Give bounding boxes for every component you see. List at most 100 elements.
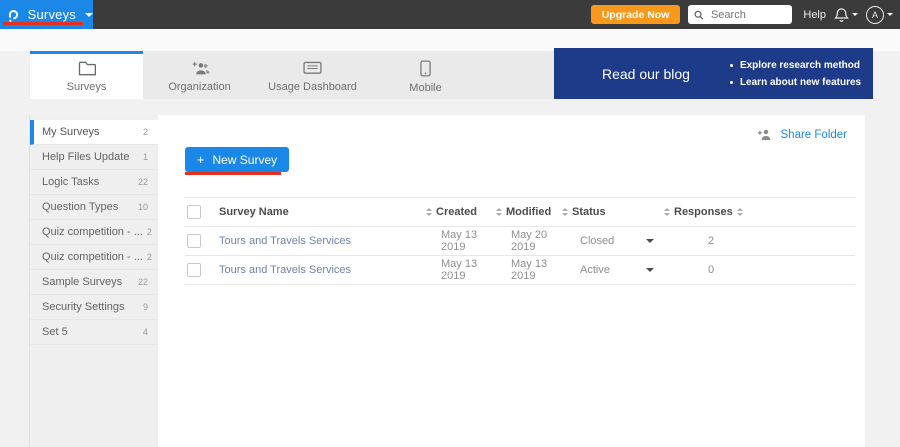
row-checkbox[interactable] (187, 234, 201, 248)
sidebar-folder-item[interactable]: Set 5 4 (30, 320, 158, 345)
topbar: Surveys Upgrade Now Help A (0, 0, 900, 29)
product-label: Surveys (28, 7, 76, 22)
sidebar-folder-item[interactable]: Security Settings 9 (30, 295, 158, 320)
sidebar-folder-item[interactable]: Logic Tasks 22 (30, 170, 158, 195)
share-folder-link[interactable]: Share Folder (757, 128, 847, 141)
share-person-add-icon (757, 128, 772, 141)
folder-count-badge: 1 (139, 152, 148, 162)
sort-icon[interactable] (426, 208, 432, 216)
blog-banner[interactable]: Read our blog Explore research method Le… (554, 48, 873, 99)
folder-count-badge: 10 (134, 202, 148, 212)
people-add-icon (190, 61, 210, 76)
column-responses: Responses (664, 206, 720, 218)
folder-count-badge: 9 (139, 302, 148, 312)
avatar: A (866, 6, 884, 24)
folder-label: Quiz competition - ... (42, 251, 143, 263)
surveys-table: Survey Name Created Modified Status Resp… (185, 197, 855, 285)
surveys-panel: Share Folder + New Survey Survey Name Cr… (158, 115, 865, 447)
folder-label: Question Types (42, 201, 118, 213)
column-label: Responses (674, 206, 733, 218)
app-switcher[interactable]: Surveys (0, 0, 93, 29)
blog-bullet-text: Learn about new features (740, 77, 861, 88)
survey-name-link[interactable]: Tours and Travels Services (219, 235, 426, 247)
upgrade-now-button[interactable]: Upgrade Now (591, 5, 681, 24)
annotation-underline-logo (3, 22, 83, 25)
new-survey-label: New Survey (212, 153, 277, 167)
bell-icon (834, 7, 849, 23)
table-row: Tours and Travels Services May 13 2019 M… (185, 227, 855, 256)
tab-label: Organization (168, 81, 230, 93)
created-date: May 13 2019 (426, 258, 496, 282)
folder-label: Quiz competition - ... (42, 226, 143, 238)
search-icon (694, 9, 704, 21)
folder-count-badge: 2 (139, 127, 148, 137)
chevron-down-icon (852, 13, 858, 16)
tab-usage-dashboard[interactable]: Usage Dashboard (256, 51, 369, 99)
responses-count: 0 (664, 264, 720, 276)
folder-label: My Surveys (42, 126, 99, 138)
sidebar-folder-item[interactable]: Sample Surveys 22 (30, 270, 158, 295)
status-dropdown-icon[interactable] (646, 268, 654, 272)
tab-organization[interactable]: Organization (143, 51, 256, 99)
modified-date: May 20 2019 (496, 229, 562, 253)
tab-surveys[interactable]: Surveys (30, 51, 143, 99)
plus-icon: + (197, 152, 205, 167)
annotation-underline-new-survey (185, 172, 281, 175)
folder-label: Help Files Update (42, 151, 129, 163)
share-folder-label: Share Folder (781, 129, 847, 141)
folder-count-badge: 2 (143, 252, 152, 262)
folder-label: Logic Tasks (42, 176, 99, 188)
folder-label: Security Settings (42, 301, 125, 313)
tab-mobile[interactable]: Mobile (369, 51, 482, 99)
sort-icon[interactable] (562, 208, 568, 216)
help-link[interactable]: Help (803, 9, 826, 21)
status-dropdown-icon[interactable] (646, 239, 654, 243)
status-value: Closed (580, 235, 614, 247)
responses-count: 2 (664, 235, 720, 247)
account-menu[interactable]: A (866, 6, 893, 24)
table-row: Tours and Travels Services May 13 2019 M… (185, 256, 855, 285)
folder-count-badge: 2 (143, 227, 152, 237)
blog-bullet: Explore research method (730, 60, 861, 71)
blog-bullet: Learn about new features (730, 77, 861, 88)
folder-count-badge: 22 (134, 277, 148, 287)
folder-label: Set 5 (42, 326, 68, 338)
survey-name-link[interactable]: Tours and Travels Services (219, 264, 426, 276)
select-all-checkbox[interactable] (187, 205, 201, 219)
blog-banner-title: Read our blog (602, 66, 690, 82)
new-survey-button[interactable]: + New Survey (185, 147, 289, 172)
sidebar-folder-item[interactable]: Help Files Update 1 (30, 145, 158, 170)
sort-icon[interactable] (737, 208, 743, 216)
folders-sidebar: My Surveys 2 Help Files Update 1 Logic T… (29, 115, 158, 447)
status-cell: Closed (562, 235, 664, 247)
column-modified: Modified (496, 206, 562, 218)
sidebar-folder-item[interactable]: Quiz competition - ... 2 (30, 245, 158, 270)
module-tabs: Surveys Organization Usage Dashboard Mob… (30, 51, 554, 99)
tab-label: Usage Dashboard (268, 81, 357, 93)
sort-icon[interactable] (496, 208, 502, 216)
folder-count-badge: 22 (134, 177, 148, 187)
status-cell: Active (562, 264, 664, 276)
sidebar-folder-item[interactable]: Quiz competition - ... 2 (30, 220, 158, 245)
mobile-phone-icon (420, 60, 431, 77)
blog-banner-bullets: Explore research method Learn about new … (730, 60, 861, 88)
column-status: Status (562, 206, 664, 218)
sidebar-folder-item[interactable]: My Surveys 2 (30, 120, 158, 145)
column-survey-name: Survey Name (219, 206, 426, 218)
sidebar-folder-item[interactable]: Question Types 10 (30, 195, 158, 220)
column-label: Created (436, 206, 477, 218)
notifications-menu[interactable] (834, 7, 858, 23)
search-input[interactable] (709, 8, 786, 22)
row-checkbox[interactable] (187, 263, 201, 277)
folder-count-badge: 4 (139, 327, 148, 337)
dashboard-screen-icon (303, 61, 322, 76)
column-label: Status (572, 206, 606, 218)
sort-icon[interactable] (664, 208, 670, 216)
folder-label: Sample Surveys (42, 276, 122, 288)
search-box[interactable] (688, 5, 792, 24)
created-date: May 13 2019 (426, 229, 496, 253)
status-value: Active (580, 264, 610, 276)
topbar-actions: Upgrade Now Help A (591, 5, 900, 24)
chevron-down-icon (85, 13, 93, 17)
tab-label: Mobile (409, 82, 441, 94)
